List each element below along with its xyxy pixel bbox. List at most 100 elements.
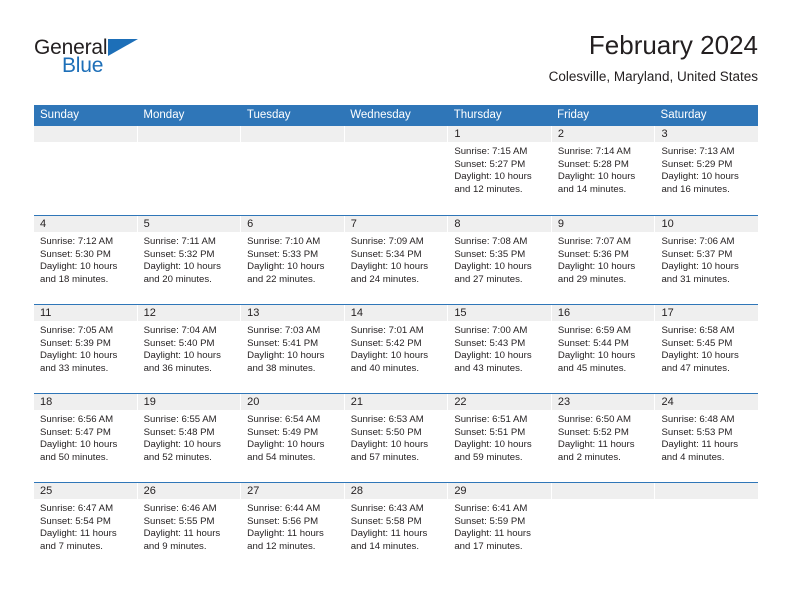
sunrise-text: Sunrise: 6:47 AM [40, 503, 114, 514]
daylight-text-line1: Daylight: 10 hours [143, 261, 221, 273]
sunset-text: Sunset: 5:50 PM [350, 426, 422, 438]
day-sun-info: Sunrise: 7:06 AM Sunset: 5:37 PM Daylight:… [655, 232, 758, 286]
calendar-day-cell[interactable]: 22 Sunrise: 6:51 AM Sunset: 5:51 PM Dayligh… [448, 394, 551, 482]
sunrise-text: Sunrise: 6:53 AM [350, 414, 424, 425]
daylight-text-line2: and 38 minutes. [247, 362, 316, 374]
day-sun-info: Sunrise: 7:08 AM Sunset: 5:35 PM Daylight:… [448, 232, 551, 286]
calendar-day-cell[interactable]: 23 Sunrise: 6:50 AM Sunset: 5:52 PM Dayligh… [551, 394, 655, 482]
sunset-text: Sunset: 5:44 PM [557, 337, 629, 349]
calendar-day-cell[interactable]: 13 Sunrise: 7:03 AM Sunset: 5:41 PM Dayligh… [241, 305, 344, 393]
day-number: 19 [137, 394, 241, 410]
weekday-header-tuesday: Tuesday [246, 109, 291, 121]
sunrise-text: Sunrise: 7:03 AM [247, 325, 321, 336]
sunset-text: Sunset: 5:29 PM [661, 158, 733, 170]
day-number: 22 [448, 394, 551, 410]
calendar-day-cell[interactable]: 14 Sunrise: 7:01 AM Sunset: 5:42 PM Dayligh… [344, 305, 448, 393]
weekday-header-row: Sunday Monday Tuesday Wednesday Thursday Frid… [34, 105, 758, 126]
day-sun-info: Sunrise: 6:44 AM Sunset: 5:56 PM Daylight:… [241, 499, 344, 553]
calendar-day-cell[interactable]: 27 Sunrise: 6:44 AM Sunset: 5:56 PM Dayligh… [241, 483, 344, 571]
day-sun-info: Sunrise: 6:51 AM Sunset: 5:51 PM Daylight:… [448, 410, 551, 464]
calendar-day-cell[interactable]: 21 Sunrise: 6:53 AM Sunset: 5:50 PM Dayligh… [344, 394, 448, 482]
daylight-text-line2: and 54 minutes. [247, 451, 316, 463]
daylight-text-line1: Daylight: 10 hours [557, 171, 636, 183]
daylight-text-line2: and 47 minutes. [661, 362, 730, 374]
daylight-text-line2: and 7 minutes. [40, 540, 103, 552]
daylight-text-line2: and 20 minutes. [143, 273, 212, 285]
calendar-day-cell[interactable]: 20 Sunrise: 6:54 AM Sunset: 5:49 PM Dayligh… [241, 394, 344, 482]
day-sun-info: Sunrise: 7:09 AM Sunset: 5:34 PM Daylight:… [345, 232, 448, 286]
sunrise-text: Sunrise: 6:56 AM [40, 414, 114, 425]
sunset-text: Sunset: 5:56 PM [247, 515, 319, 527]
sunset-text: Sunset: 5:52 PM [557, 426, 629, 438]
sunset-text: Sunset: 5:37 PM [661, 248, 733, 260]
day-number [241, 126, 344, 142]
calendar-day-cell[interactable]: 6 Sunrise: 7:10 AM Sunset: 5:33 PM Daylight… [241, 216, 344, 304]
day-number: 4 [34, 216, 137, 232]
calendar-day-cell[interactable]: 29 Sunrise: 6:41 AM Sunset: 5:59 PM Dayligh… [448, 483, 551, 571]
sunset-text: Sunset: 5:36 PM [557, 248, 629, 260]
daylight-text-line2: and 36 minutes. [143, 362, 212, 374]
sunset-text: Sunset: 5:58 PM [350, 515, 422, 527]
sunset-text: Sunset: 5:28 PM [557, 158, 629, 170]
calendar-day-cell[interactable]: 15 Sunrise: 7:00 AM Sunset: 5:43 PM Dayligh… [448, 305, 551, 393]
calendar-day-cell[interactable]: 10 Sunrise: 7:06 AM Sunset: 5:37 PM Dayligh… [655, 216, 759, 304]
day-number: 2 [551, 126, 655, 142]
day-number [344, 126, 448, 142]
calendar-day-cell[interactable]: 19 Sunrise: 6:55 AM Sunset: 5:48 PM Dayligh… [137, 394, 241, 482]
calendar-day-cell[interactable]: 9 Sunrise: 7:07 AM Sunset: 5:36 PM Daylight… [551, 216, 655, 304]
sunset-text: Sunset: 5:51 PM [454, 426, 526, 438]
calendar-week-row: 4 Sunrise: 7:12 AM Sunset: 5:30 PM Daylight… [34, 215, 759, 304]
daylight-text-line1: Daylight: 11 hours [247, 528, 324, 540]
day-number [137, 126, 241, 142]
calendar-day-cell[interactable]: 4 Sunrise: 7:12 AM Sunset: 5:30 PM Daylight… [34, 216, 137, 304]
day-sun-info: Sunrise: 7:10 AM Sunset: 5:33 PM Daylight:… [241, 232, 344, 286]
sunset-text: Sunset: 5:42 PM [350, 337, 422, 349]
calendar-day-cell[interactable]: 5 Sunrise: 7:11 AM Sunset: 5:32 PM Daylight… [137, 216, 241, 304]
day-sun-info: Sunrise: 6:41 AM Sunset: 5:59 PM Daylight:… [448, 499, 551, 553]
day-number: 6 [241, 216, 344, 232]
sunset-text: Sunset: 5:35 PM [454, 248, 526, 260]
sunrise-text: Sunrise: 6:55 AM [143, 414, 217, 425]
day-sun-info: Sunrise: 6:56 AM Sunset: 5:47 PM Daylight:… [34, 410, 137, 464]
day-number: 3 [655, 126, 759, 142]
calendar-day-cell[interactable]: 12 Sunrise: 7:04 AM Sunset: 5:40 PM Dayligh… [137, 305, 241, 393]
sunrise-text: Sunrise: 7:10 AM [247, 236, 321, 247]
daylight-text-line2: and 29 minutes. [557, 273, 627, 285]
calendar-day-cell[interactable]: 11 Sunrise: 7:05 AM Sunset: 5:39 PM Dayligh… [34, 305, 137, 393]
calendar-day-cell[interactable]: 24 Sunrise: 6:48 AM Sunset: 5:53 PM Dayligh… [655, 394, 759, 482]
calendar-day-cell[interactable]: 8 Sunrise: 7:08 AM Sunset: 5:35 PM Daylight… [448, 216, 551, 304]
calendar-day-cell[interactable]: 16 Sunrise: 6:59 AM Sunset: 5:44 PM Dayligh… [551, 305, 655, 393]
day-number: 21 [344, 394, 448, 410]
sunrise-text: Sunrise: 7:00 AM [454, 325, 528, 336]
daylight-text-line2: and 59 minutes. [454, 451, 523, 463]
calendar-day-cell[interactable]: 18 Sunrise: 6:56 AM Sunset: 5:47 PM Dayligh… [34, 394, 137, 482]
day-sun-info: Sunrise: 7:01 AM Sunset: 5:42 PM Daylight:… [345, 321, 448, 375]
day-number: 7 [344, 216, 448, 232]
calendar-day-cell[interactable]: 7 Sunrise: 7:09 AM Sunset: 5:34 PM Daylight… [344, 216, 448, 304]
daylight-text-line2: and 12 minutes. [247, 540, 316, 552]
calendar-day-cell[interactable]: 2 Sunrise: 7:14 AM Sunset: 5:28 PM Daylight… [551, 126, 655, 215]
day-number: 13 [241, 305, 344, 321]
day-number: 1 [448, 126, 551, 142]
sunset-text: Sunset: 5:40 PM [143, 337, 215, 349]
sunset-text: Sunset: 5:32 PM [143, 248, 215, 260]
sunrise-text: Sunrise: 7:12 AM [40, 236, 114, 247]
daylight-text-line2: and 12 minutes. [454, 183, 523, 195]
calendar-day-cell[interactable]: 1 Sunrise: 7:15 AM Sunset: 5:27 PM Daylight… [448, 126, 551, 215]
calendar-day-cell[interactable]: 25 Sunrise: 6:47 AM Sunset: 5:54 PM Dayligh… [34, 483, 137, 571]
title-block: February 2024 Colesville, Maryland, Unit… [549, 30, 758, 87]
day-number: 29 [448, 483, 551, 499]
day-sun-info: Sunrise: 7:03 AM Sunset: 5:41 PM Daylight:… [241, 321, 344, 375]
calendar-day-cell[interactable]: 28 Sunrise: 6:43 AM Sunset: 5:58 PM Dayligh… [344, 483, 448, 571]
calendar-day-cell[interactable]: 3 Sunrise: 7:13 AM Sunset: 5:29 PM Daylight… [655, 126, 759, 215]
day-sun-info: Sunrise: 6:53 AM Sunset: 5:50 PM Daylight:… [345, 410, 448, 464]
day-sun-info: Sunrise: 7:05 AM Sunset: 5:39 PM Daylight:… [34, 321, 137, 375]
day-number: 27 [241, 483, 344, 499]
daylight-text-line2: and 45 minutes. [557, 362, 627, 374]
day-number: 8 [448, 216, 551, 232]
sunset-text: Sunset: 5:54 PM [40, 515, 111, 527]
sunrise-text: Sunrise: 6:58 AM [661, 325, 735, 336]
daylight-text-line1: Daylight: 11 hours [661, 439, 739, 451]
calendar-day-cell[interactable]: 17 Sunrise: 6:58 AM Sunset: 5:45 PM Dayligh… [655, 305, 759, 393]
calendar-day-cell[interactable]: 26 Sunrise: 6:46 AM Sunset: 5:55 PM Dayligh… [137, 483, 241, 571]
